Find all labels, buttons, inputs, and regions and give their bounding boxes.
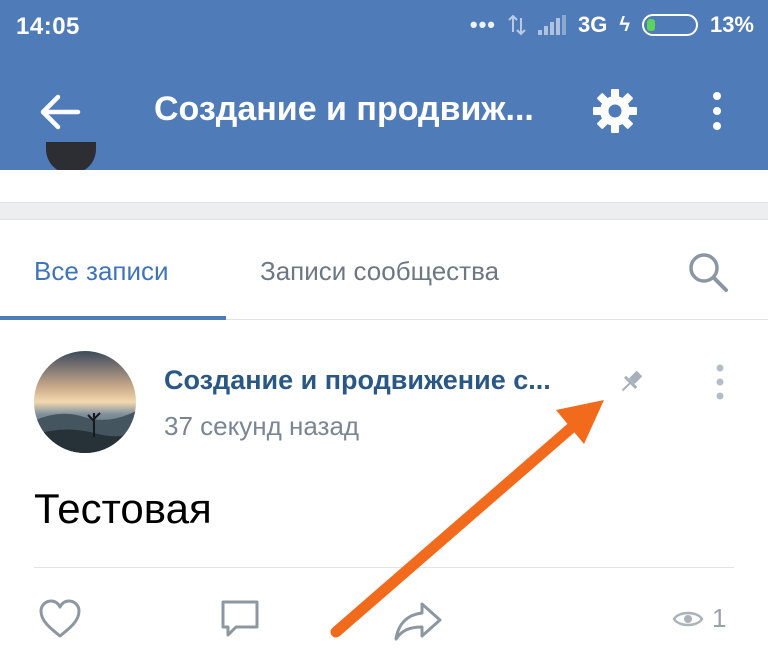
tab-community-posts[interactable]: Записи сообщества: [260, 256, 499, 287]
more-vertical-icon: [716, 364, 724, 400]
settings-button[interactable]: [590, 86, 640, 136]
battery-icon: [641, 14, 698, 36]
share-button[interactable]: [392, 599, 444, 643]
tab-all-posts[interactable]: Все записи: [34, 256, 169, 287]
notification-dots: •••: [469, 12, 496, 37]
like-button[interactable]: [36, 595, 84, 643]
search-button[interactable]: [686, 250, 730, 294]
post-timestamp: 37 секунд назад: [164, 411, 360, 441]
wall-tabs: Все записи Записи сообщества: [0, 220, 768, 320]
comment-button[interactable]: [216, 595, 264, 643]
status-bar: 14:05 ••• 3G ϟ 13%: [0, 0, 768, 58]
more-vertical-icon: [713, 92, 721, 130]
battery-percent: 13%: [709, 12, 754, 37]
community-header-remainder: [0, 170, 768, 202]
share-icon: [394, 602, 442, 641]
gear-icon: [593, 89, 637, 133]
pin-icon: [621, 371, 642, 392]
comment-icon: [221, 600, 259, 637]
avatar-image: [34, 351, 136, 453]
status-time: 14:05: [16, 13, 80, 40]
post-author-name[interactable]: Создание и продвижение с...: [164, 365, 596, 396]
views-counter: 1: [672, 603, 726, 634]
heart-icon: [39, 599, 81, 638]
data-transfer-icon: [508, 14, 526, 36]
charging-icon: ϟ: [619, 13, 630, 36]
eye-icon: [672, 611, 704, 626]
post-divider: [34, 567, 734, 568]
post-more-button[interactable]: [708, 361, 732, 403]
wall-post: Создание и продвижение с... 37 секунд на…: [0, 321, 768, 672]
search-icon: [689, 253, 728, 292]
network-type: 3G: [578, 12, 608, 37]
back-arrow-icon: [40, 94, 81, 130]
section-divider: [0, 202, 768, 220]
more-options-button[interactable]: [700, 86, 734, 136]
back-button[interactable]: [34, 86, 86, 138]
page-title: Создание и продвиж...: [154, 90, 534, 128]
status-indicators: ••• 3G ϟ 13%: [470, 12, 754, 38]
post-author-avatar[interactable]: [34, 351, 136, 453]
app-bar: Создание и продвиж...: [0, 58, 768, 170]
signal-icon: [538, 15, 566, 35]
post-text: Тестовая: [34, 485, 212, 532]
views-count: 1: [712, 603, 727, 633]
active-tab-indicator: [0, 316, 226, 320]
